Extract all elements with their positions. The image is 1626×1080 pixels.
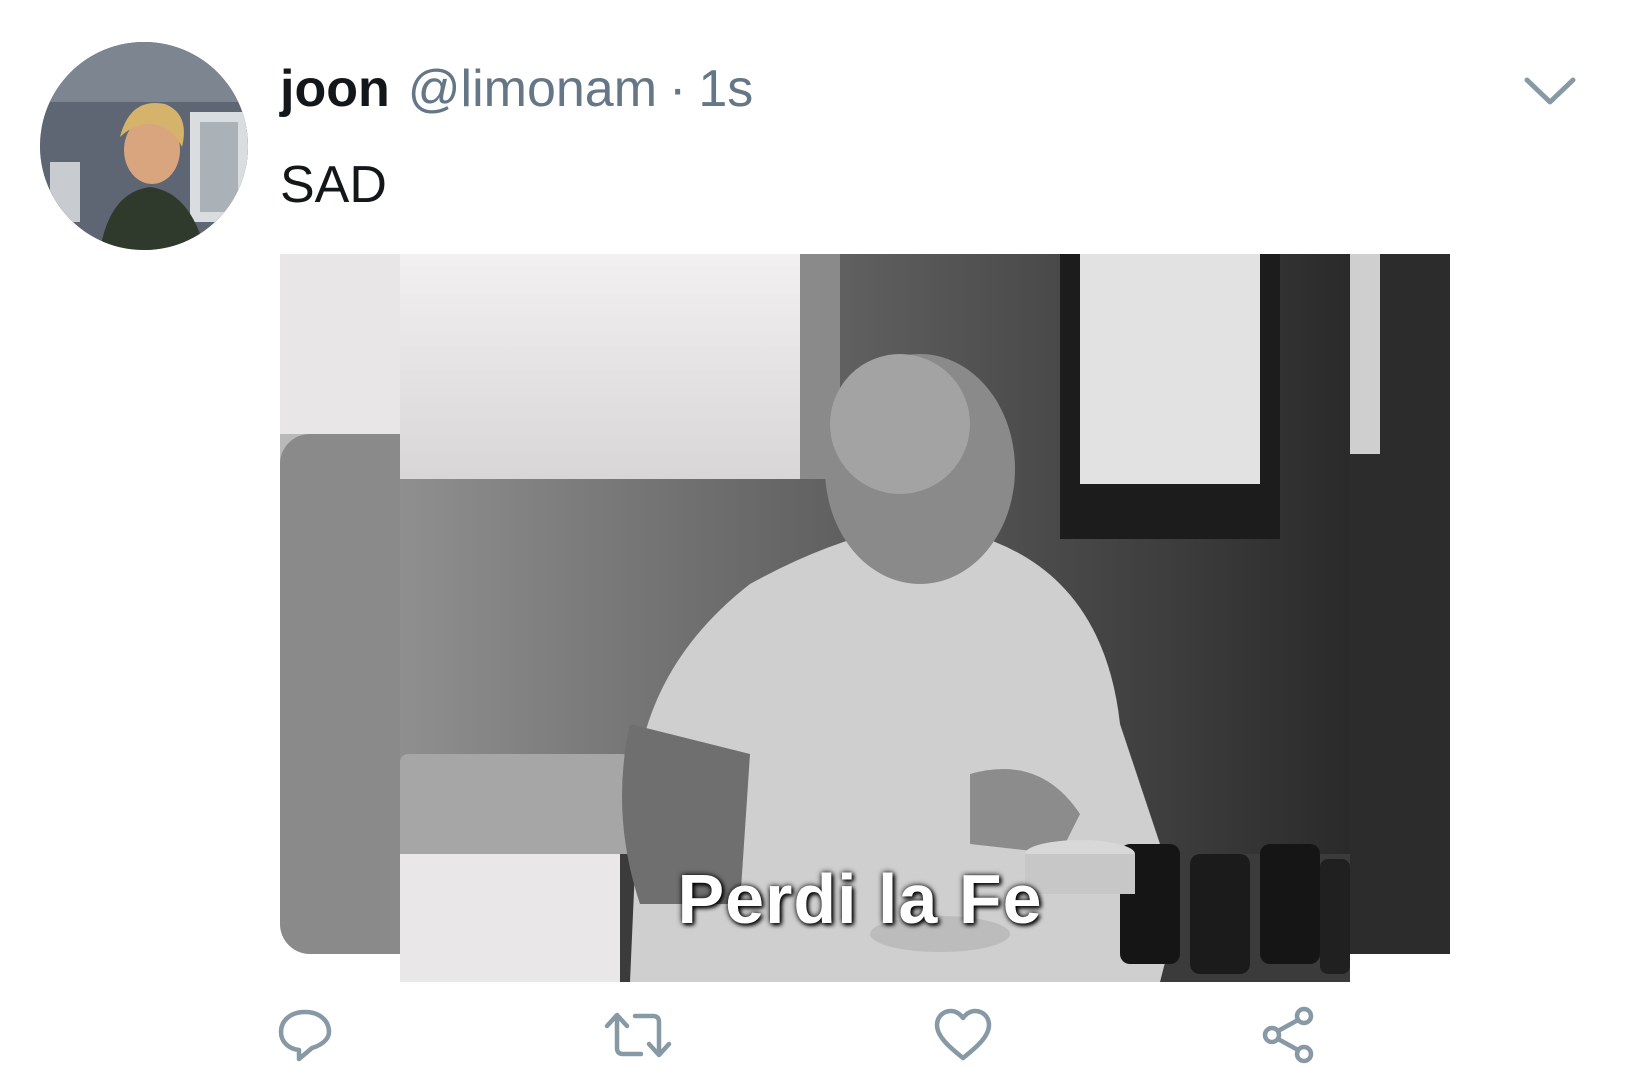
user-handle[interactable]: @limonam — [408, 59, 657, 119]
heart-icon — [934, 1008, 992, 1061]
avatar[interactable] — [40, 42, 248, 250]
reply-button[interactable] — [270, 1000, 340, 1070]
share-button[interactable] — [1254, 1000, 1324, 1070]
tweet-actions — [0, 1000, 1626, 1070]
avatar-image — [40, 42, 248, 250]
more-options-button[interactable] — [1520, 66, 1580, 116]
display-name[interactable]: joon — [280, 59, 390, 119]
media-caption: Perdi la Fe — [677, 860, 1043, 938]
tweet-text: SAD — [280, 156, 387, 214]
tweet-header: joon @limonam · 1s — [280, 54, 753, 124]
retweet-button[interactable] — [603, 1000, 673, 1070]
retweet-icon — [604, 1012, 672, 1058]
reply-icon — [278, 1009, 332, 1062]
share-icon — [1262, 1006, 1314, 1064]
tweet-media[interactable]: Perdi la Fe — [280, 254, 1510, 982]
chevron-down-icon — [1524, 77, 1576, 105]
separator-dot: · — [669, 60, 687, 118]
like-button[interactable] — [928, 1000, 998, 1070]
timestamp[interactable]: 1s — [698, 59, 753, 119]
